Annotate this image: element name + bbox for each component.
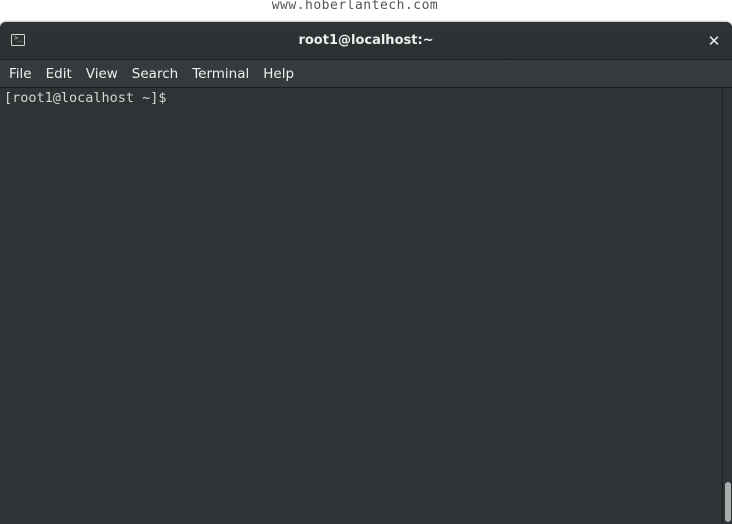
title-bar[interactable]: >_ root1@localhost:~ ✕ [0, 22, 732, 60]
menu-view[interactable]: View [79, 60, 125, 88]
watermark-text: www.hoberlantech.com [271, 0, 439, 13]
menu-terminal[interactable]: Terminal [185, 60, 256, 88]
menu-search[interactable]: Search [125, 60, 185, 88]
menu-bar: File Edit View Search Terminal Help [0, 60, 732, 88]
scrollbar-thumb[interactable] [725, 482, 731, 522]
close-icon[interactable]: ✕ [708, 32, 721, 50]
vertical-scrollbar[interactable] [722, 89, 732, 524]
shell-prompt: [root1@localhost ~]$ [4, 90, 175, 106]
menu-help[interactable]: Help [256, 60, 301, 88]
terminal-window: >_ root1@localhost:~ ✕ File Edit View Se… [0, 22, 732, 524]
menu-edit[interactable]: Edit [39, 60, 79, 88]
menu-file[interactable]: File [2, 60, 39, 88]
close-button[interactable]: ✕ [704, 31, 724, 51]
window-title: root1@localhost:~ [298, 33, 434, 48]
terminal-output-area[interactable]: [root1@localhost ~]$ [0, 89, 722, 524]
